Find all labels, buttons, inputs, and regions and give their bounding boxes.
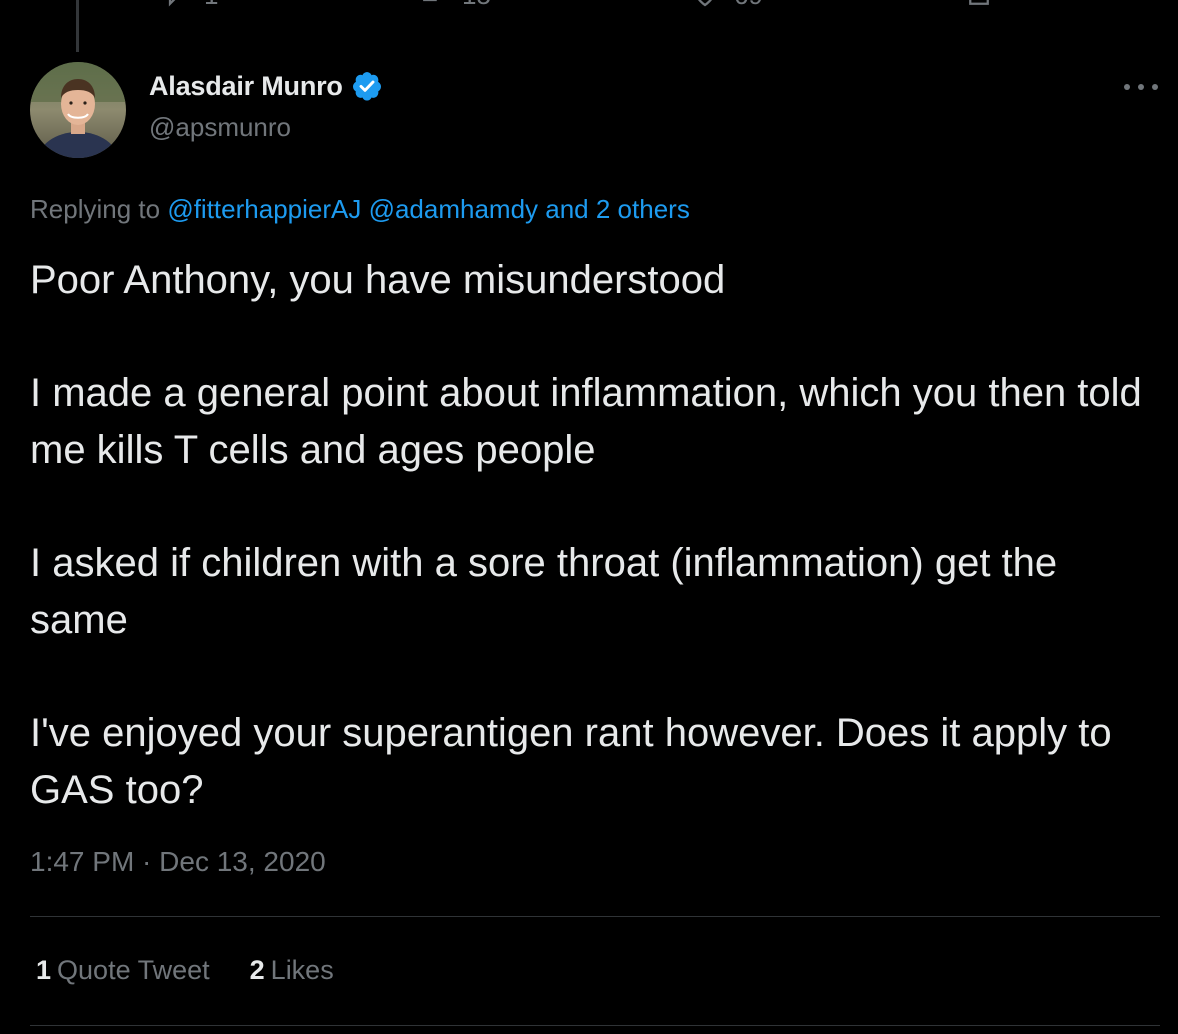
tweet-paragraph: I made a general point about inflammatio… xyxy=(30,371,1142,472)
avatar[interactable] xyxy=(30,62,126,158)
tweet-paragraph: I asked if children with a sore throat (… xyxy=(30,541,1058,642)
retweet-icon xyxy=(423,0,443,2)
tweet-stats: 1 Quote Tweet 2 Likes xyxy=(36,955,334,986)
divider xyxy=(30,1025,1160,1026)
replying-to-line: Replying to @fitterhappierAJ @adamhamdy … xyxy=(30,194,690,225)
reply-count: 1 xyxy=(204,0,218,11)
likes-label: Likes xyxy=(270,955,334,985)
quote-count: 1 xyxy=(36,955,52,985)
verified-badge-icon xyxy=(351,70,383,102)
tweet-body: Poor Anthony, you have misunderstood I m… xyxy=(30,252,1160,819)
thread-connector-line xyxy=(76,0,79,52)
tweet-timestamp[interactable]: 1:47 PM · Dec 13, 2020 xyxy=(30,846,326,878)
tweet-paragraph: Poor Anthony, you have misunderstood xyxy=(30,258,726,302)
divider xyxy=(30,916,1160,917)
share-action[interactable] xyxy=(964,0,994,12)
avatar-photo-icon xyxy=(30,62,126,158)
replying-prefix: Replying to xyxy=(30,194,161,224)
likes-stat[interactable]: 2 Likes xyxy=(250,955,334,986)
retweet-count: 15 xyxy=(462,0,491,11)
likes-count: 2 xyxy=(249,955,265,985)
like-count: 69 xyxy=(734,0,763,11)
share-icon xyxy=(969,0,989,5)
retweet-action[interactable]: 15 xyxy=(418,0,491,12)
reply-action[interactable]: 1 xyxy=(160,0,218,12)
dot xyxy=(1124,84,1130,90)
dot xyxy=(1152,84,1158,90)
dot xyxy=(1138,84,1144,90)
author-name-row[interactable]: Alasdair Munro xyxy=(149,70,383,102)
quote-tweets-stat[interactable]: 1 Quote Tweet xyxy=(36,955,210,986)
more-options-icon[interactable] xyxy=(1124,72,1158,102)
tweet-paragraph: I've enjoyed your superantigen rant howe… xyxy=(30,711,1112,812)
like-icon xyxy=(698,0,712,7)
quote-label: Quote Tweet xyxy=(57,955,210,985)
author-handle[interactable]: @apsmunro xyxy=(149,112,291,143)
replying-mentions-link[interactable]: @fitterhappierAJ @adamhamdy and 2 others xyxy=(167,194,690,224)
reply-icon xyxy=(168,0,176,7)
like-action[interactable]: 69 xyxy=(690,0,763,12)
author-name[interactable]: Alasdair Munro xyxy=(149,71,343,102)
previous-tweet-action-bar: 1 15 69 xyxy=(0,0,1178,12)
